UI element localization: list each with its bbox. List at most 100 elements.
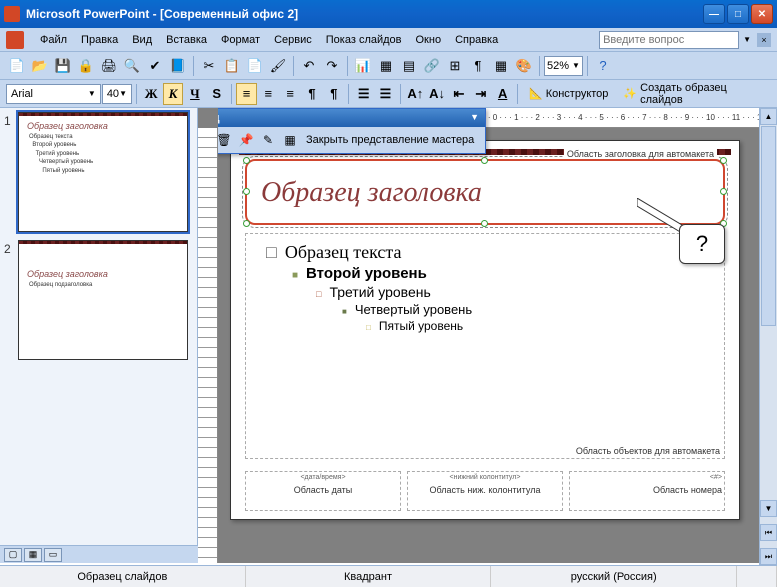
- menu-edit[interactable]: Правка: [75, 32, 124, 48]
- align-center-button[interactable]: ≡: [258, 83, 279, 105]
- float-toolbar-title[interactable]: Образец ▼: [218, 109, 485, 127]
- chevron-down-icon: ▼: [88, 89, 96, 98]
- redo-icon[interactable]: ↷: [321, 55, 343, 77]
- format-painter-icon[interactable]: 🖌: [267, 55, 289, 77]
- sorter-view-button[interactable]: ▦: [24, 548, 42, 562]
- table-icon[interactable]: ▦: [375, 55, 397, 77]
- slide-master[interactable]: Область заголовка для автомакета Образец…: [230, 140, 740, 520]
- thumbnail-2[interactable]: 2 Образец заголовка Образец подзаголовка: [4, 240, 193, 360]
- chevron-down-icon: ▼: [119, 89, 127, 98]
- footer-placeholder[interactable]: <нижний колонтитул> Область ниж. колонти…: [407, 471, 563, 511]
- tables-borders-icon[interactable]: ▤: [398, 55, 420, 77]
- date-placeholder[interactable]: <дата/время> Область даты: [245, 471, 401, 511]
- hyperlink-icon[interactable]: 🔗: [421, 55, 443, 77]
- show-formatting-icon[interactable]: ¶: [467, 55, 489, 77]
- chart-icon[interactable]: 📊: [352, 55, 374, 77]
- status-design: Квадрант: [246, 566, 492, 587]
- window-titlebar: Microsoft PowerPoint - [Современный офис…: [0, 0, 777, 28]
- close-button[interactable]: ✕: [751, 4, 773, 24]
- menu-bar: Файл Правка Вид Вставка Формат Сервис По…: [0, 28, 777, 52]
- menu-view[interactable]: Вид: [126, 32, 158, 48]
- permission-icon[interactable]: 🔒: [75, 55, 97, 77]
- new-icon[interactable]: 📄: [6, 55, 28, 77]
- master-layout-icon[interactable]: ▦: [280, 130, 300, 150]
- delete-master-icon[interactable]: 🗑: [218, 130, 234, 150]
- new-master-button[interactable]: ✨ Создать образец слайдов: [616, 83, 770, 105]
- status-language[interactable]: русский (Россия): [491, 566, 737, 587]
- color-icon[interactable]: 🎨: [513, 55, 535, 77]
- font-color-button[interactable]: A: [492, 83, 513, 105]
- editor-area: 12 · · · 11 · · · 10 · · · 9 · · · 8 · ·…: [198, 108, 777, 563]
- increase-indent-button[interactable]: ⇥: [470, 83, 491, 105]
- numbering-button[interactable]: ☰: [353, 83, 374, 105]
- normal-view-button[interactable]: ▢: [4, 548, 22, 562]
- bullets-button[interactable]: ☰: [375, 83, 396, 105]
- designer-icon: 📐: [529, 87, 543, 100]
- underline-button[interactable]: Ч: [184, 83, 205, 105]
- copy-icon[interactable]: 📋: [221, 55, 243, 77]
- scroll-up-button[interactable]: ▲: [760, 108, 777, 125]
- paste-icon[interactable]: 📄: [244, 55, 266, 77]
- menu-format[interactable]: Формат: [215, 32, 266, 48]
- menu-file[interactable]: Файл: [34, 32, 73, 48]
- question-callout: ?: [679, 224, 725, 264]
- doc-close-button[interactable]: ×: [757, 33, 771, 47]
- designer-button[interactable]: 📐 Конструктор: [522, 83, 615, 105]
- spellcheck-icon[interactable]: ✔: [144, 55, 166, 77]
- scroll-down-button[interactable]: ▼: [760, 500, 777, 517]
- menu-tools[interactable]: Сервис: [268, 32, 318, 48]
- master-float-toolbar[interactable]: Образец ▼ 📄 📄 🗑 📌 ✎ ▦ Закрыть представле…: [218, 108, 486, 154]
- ltr-button[interactable]: ¶: [323, 83, 344, 105]
- menu-slideshow[interactable]: Показ слайдов: [320, 32, 408, 48]
- open-icon[interactable]: 📂: [29, 55, 51, 77]
- vertical-scrollbar[interactable]: ▲ ▼ ⏮ ⏭: [759, 108, 777, 565]
- italic-button[interactable]: К: [163, 83, 184, 105]
- view-buttons: ▢ ▦ ▭: [0, 545, 198, 563]
- dropdown-icon[interactable]: ▼: [743, 35, 751, 44]
- increase-font-button[interactable]: A↑: [405, 83, 426, 105]
- maximize-button[interactable]: □: [727, 4, 749, 24]
- vertical-ruler[interactable]: [198, 128, 218, 563]
- new-slide-icon: ✨: [623, 87, 637, 100]
- zoom-combo[interactable]: 52% ▼: [544, 56, 583, 76]
- help-question-box[interactable]: [599, 31, 739, 49]
- thumbnail-panel: 1 Образец заголовка Образец текста Второ…: [0, 108, 198, 563]
- scroll-thumb[interactable]: [761, 126, 776, 326]
- number-placeholder[interactable]: <#> Область номера: [569, 471, 725, 511]
- shadow-button[interactable]: S: [206, 83, 227, 105]
- window-title: Microsoft PowerPoint - [Современный офис…: [26, 7, 703, 21]
- close-master-view-button[interactable]: Закрыть представление мастера: [302, 134, 478, 146]
- font-name-combo[interactable]: Arial ▼: [6, 84, 101, 104]
- preview-icon[interactable]: 🔍: [121, 55, 143, 77]
- rename-master-icon[interactable]: ✎: [258, 130, 278, 150]
- body-placeholder[interactable]: Образец текста Второй уровень Третий уро…: [245, 233, 725, 459]
- decrease-font-button[interactable]: A↓: [427, 83, 448, 105]
- zoom-value: 52%: [547, 60, 569, 72]
- thumbnail-1[interactable]: 1 Образец заголовка Образец текста Второ…: [4, 112, 193, 232]
- font-size-combo[interactable]: 40 ▼: [102, 84, 132, 104]
- grid-icon[interactable]: ▦: [490, 55, 512, 77]
- undo-icon[interactable]: ↶: [298, 55, 320, 77]
- preserve-master-icon[interactable]: 📌: [236, 130, 256, 150]
- align-left-button[interactable]: ≡: [236, 83, 257, 105]
- research-icon[interactable]: 📘: [167, 55, 189, 77]
- next-slide-button[interactable]: ⏭: [760, 548, 777, 565]
- menu-help[interactable]: Справка: [449, 32, 504, 48]
- menu-insert[interactable]: Вставка: [160, 32, 213, 48]
- menu-window[interactable]: Окно: [410, 32, 448, 48]
- expand-icon[interactable]: ⊞: [444, 55, 466, 77]
- help-icon[interactable]: ?: [592, 55, 614, 77]
- rtl-button[interactable]: ¶: [302, 83, 323, 105]
- minimize-button[interactable]: ―: [703, 4, 725, 24]
- slideshow-view-button[interactable]: ▭: [44, 548, 62, 562]
- cut-icon[interactable]: ✂: [198, 55, 220, 77]
- align-right-button[interactable]: ≡: [280, 83, 301, 105]
- status-view: Образец слайдов: [0, 566, 246, 587]
- status-extra: [737, 566, 777, 587]
- bold-button[interactable]: Ж: [141, 83, 162, 105]
- save-icon[interactable]: 💾: [52, 55, 74, 77]
- print-icon[interactable]: 🖨: [98, 55, 120, 77]
- help-question-input[interactable]: [599, 31, 739, 49]
- prev-slide-button[interactable]: ⏮: [760, 524, 777, 541]
- decrease-indent-button[interactable]: ⇤: [449, 83, 470, 105]
